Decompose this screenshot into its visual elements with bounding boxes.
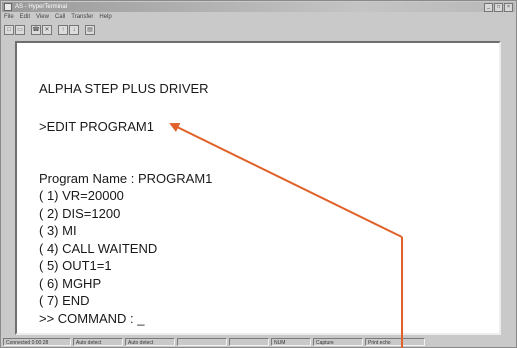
program-line-5: ( 5) OUT1=1 xyxy=(39,258,112,273)
window-controls: _ □ × xyxy=(484,3,513,12)
status-num: NUM xyxy=(271,338,311,346)
program-line-6: ( 6) MGHP xyxy=(39,276,102,291)
terminal-screen[interactable]: ALPHA STEP PLUS DRIVER >EDIT PROGRAM1 Pr… xyxy=(15,41,501,335)
status-terminal-type: Auto detect xyxy=(73,338,123,346)
driver-header: ALPHA STEP PLUS DRIVER xyxy=(39,81,209,96)
status-scroll xyxy=(177,338,227,346)
command-prompt: >> COMMAND : _ xyxy=(39,311,145,326)
program-name-line: Program Name : PROGRAM1 xyxy=(39,171,213,186)
menu-edit[interactable]: Edit xyxy=(20,13,30,22)
maximize-button[interactable]: □ xyxy=(494,3,503,12)
menu-view[interactable]: View xyxy=(36,13,49,22)
toolbar-group-properties: ▤ xyxy=(85,25,95,35)
menu-call[interactable]: Call xyxy=(55,13,65,22)
status-capture: Capture xyxy=(313,338,363,346)
disconnect-icon[interactable]: ✕ xyxy=(42,25,52,35)
program-line-3: ( 3) MI xyxy=(39,223,77,238)
status-print-echo: Print echo xyxy=(365,338,425,346)
menu-file[interactable]: File xyxy=(4,13,14,22)
minimize-button[interactable]: _ xyxy=(484,3,493,12)
toolbar-group-call: ☎ ✕ xyxy=(31,25,52,35)
send-file-icon[interactable]: ↑ xyxy=(58,25,68,35)
title-bar[interactable]: AS - HyperTerminal _ □ × xyxy=(2,2,515,12)
menu-help[interactable]: Help xyxy=(99,13,111,22)
status-connection-time: Connected 0:00:28 xyxy=(3,338,71,346)
toolbar: □ ▭ ☎ ✕ ↑ ↓ ▤ xyxy=(4,24,99,36)
program-line-1: ( 1) VR=20000 xyxy=(39,188,124,203)
status-port-settings: Auto detect xyxy=(125,338,175,346)
program-line-2: ( 2) DIS=1200 xyxy=(39,206,121,221)
program-line-7: ( 7) END xyxy=(39,293,90,308)
call-icon[interactable]: ☎ xyxy=(31,25,41,35)
window-title: AS - HyperTerminal xyxy=(15,4,68,10)
toolbar-group-file: □ ▭ xyxy=(4,25,25,35)
app-icon xyxy=(4,3,12,11)
open-icon[interactable]: ▭ xyxy=(15,25,25,35)
program-line-4: ( 4) CALL WAITEND xyxy=(39,241,158,256)
close-button[interactable]: × xyxy=(504,3,513,12)
receive-file-icon[interactable]: ↓ xyxy=(69,25,79,35)
toolbar-group-transfer: ↑ ↓ xyxy=(58,25,79,35)
hyperterminal-window: AS - HyperTerminal _ □ × File Edit View … xyxy=(0,0,517,348)
menu-bar: File Edit View Call Transfer Help xyxy=(4,13,112,22)
status-caps xyxy=(229,338,269,346)
properties-icon[interactable]: ▤ xyxy=(85,25,95,35)
edit-command-line: >EDIT PROGRAM1 xyxy=(39,119,154,134)
new-connection-icon[interactable]: □ xyxy=(4,25,14,35)
status-bar: Connected 0:00:28 Auto detect Auto detec… xyxy=(3,338,515,347)
menu-transfer[interactable]: Transfer xyxy=(71,13,93,22)
